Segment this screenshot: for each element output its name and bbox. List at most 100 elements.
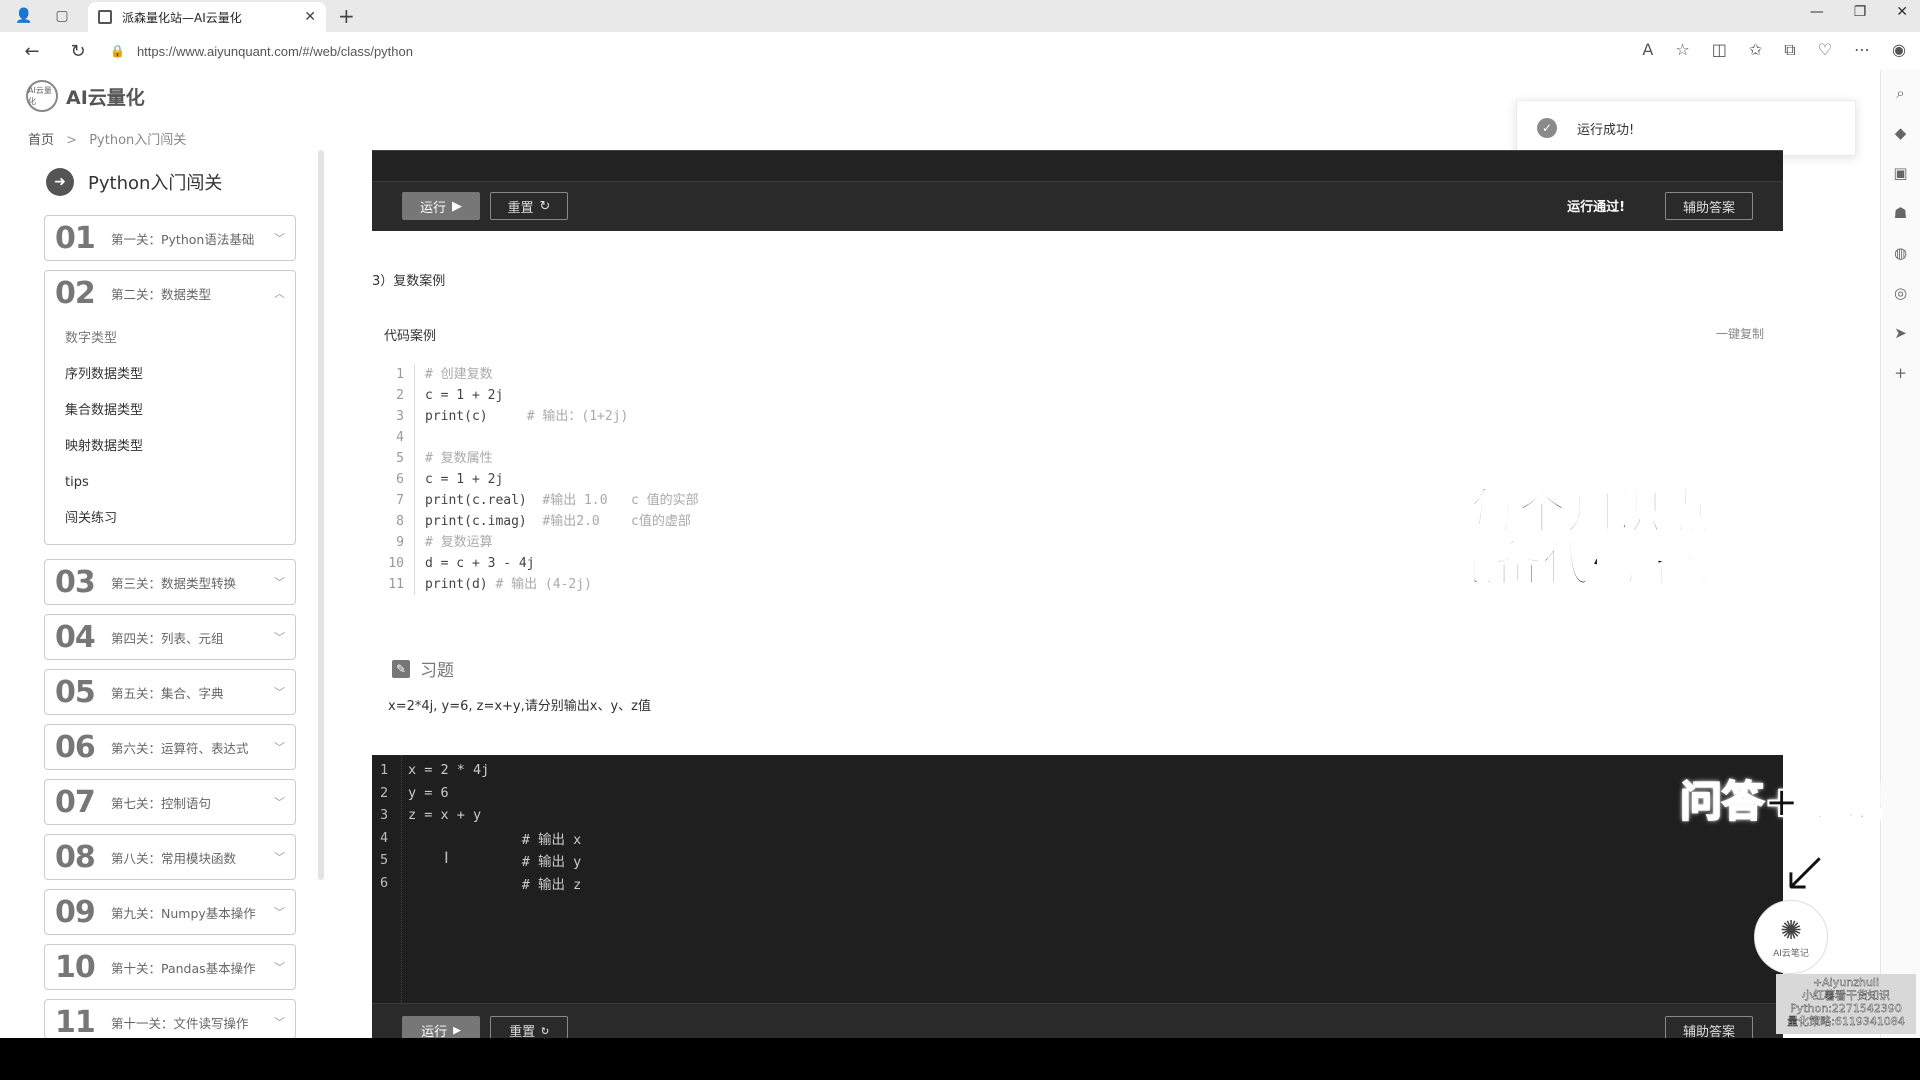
code-line: 6 c = 1 + 2j xyxy=(384,469,1084,490)
exercise-description: x=2*4j, y=6, z=x+y,请分别输出x、y、z值 xyxy=(388,699,651,714)
line-number: 9 xyxy=(396,535,404,550)
chevron-down-icon: ﹀ xyxy=(274,631,285,644)
browser-sidebar: ⌕ ◆ ▣ ☗ ◍ ◎ ➤ + xyxy=(1880,70,1920,1038)
screen: 👤 ▢ 派森量化站—AI云量化 ✕ + — ❐ ✕ ← ↻ 🔒 https://… xyxy=(0,0,1920,1038)
refresh-icon[interactable]: ↻ xyxy=(64,41,92,62)
lesson-08[interactable]: 08 第八关：常用模块函数 ﹀ xyxy=(44,834,296,880)
ai-notes-badge[interactable]: ✺ AI云笔记 xyxy=(1754,900,1828,974)
lesson-number: 09 xyxy=(55,894,96,930)
close-tab-icon[interactable]: ✕ xyxy=(304,9,316,25)
code-editor[interactable]: 运行 ▶ 重置 ↻ 辅助答案 1 x = 2 * 4j 2 y = 6 3 z = x + y… xyxy=(372,755,1783,1038)
toast-message: 运行成功! xyxy=(1577,122,1635,138)
browser-tab[interactable]: 派森量化站—AI云量化 ✕ xyxy=(88,2,326,32)
more-icon[interactable]: ⋯ xyxy=(1854,40,1870,60)
lesson-02[interactable]: 02 第二关：数据类型 ︿ 数字类型 序列数据类型 集合数据类型 映射数据类型 ti… xyxy=(44,270,296,545)
add-icon[interactable]: + xyxy=(1894,364,1907,382)
favicon-icon xyxy=(98,10,112,24)
editor-line[interactable]: 3 z = x + y xyxy=(380,804,481,826)
line-number: 4 xyxy=(396,430,404,445)
circle-icon[interactable]: ◍ xyxy=(1894,244,1907,262)
answer-button[interactable]: 辅助答案 xyxy=(1665,192,1753,220)
editor-line[interactable]: 1 x = 2 * 4j xyxy=(380,759,489,781)
lesson-title: 第四关：列表、元组 xyxy=(111,630,224,646)
reset-label: 重置 xyxy=(509,1024,536,1039)
code-comment: # 复数运算 xyxy=(425,535,493,550)
letterbox-bar xyxy=(0,1038,1920,1080)
subitem-set[interactable]: 集合数据类型 xyxy=(65,393,275,429)
lesson-07[interactable]: 07 第七关：控制语句 ﹀ xyxy=(44,779,296,825)
lesson-10[interactable]: 10 第十关：Pandas基本操作 ﹀ xyxy=(44,944,296,990)
lesson-06[interactable]: 06 第六关：运算符、表达式 ﹀ xyxy=(44,724,296,770)
refresh-icon: ↻ xyxy=(539,198,551,214)
subitem-practice[interactable]: 闯关练习 xyxy=(65,501,275,537)
lesson-01[interactable]: 01 第一关：Python语法基础 ﹀ xyxy=(44,215,296,261)
reset-button[interactable]: 重置 ↻ xyxy=(490,192,568,220)
editor-line[interactable]: 6 # 输出 z xyxy=(380,872,581,894)
favorite-star-icon[interactable]: ☆ xyxy=(1675,40,1689,60)
lesson-05[interactable]: 05 第五关：集合、字典 ﹀ xyxy=(44,669,296,715)
chevron-up-icon: ︿ xyxy=(274,287,285,300)
copilot-icon[interactable]: ◉ xyxy=(1892,40,1906,60)
ai-logo-icon: ✺ xyxy=(1780,915,1802,946)
briefcase-icon[interactable]: ▣ xyxy=(1893,164,1907,182)
code-line: 5 # 复数属性 xyxy=(384,448,1084,469)
success-toast: ✓ 运行成功! xyxy=(1516,100,1856,156)
exercise-answer-button[interactable]: 辅助答案 xyxy=(1665,1016,1753,1038)
sidebar-scrollbar[interactable] xyxy=(318,150,324,880)
lesson-04[interactable]: 04 第四关：列表、元组 ﹀ xyxy=(44,614,296,660)
exercise-run-button[interactable]: 运行 ▶ xyxy=(402,1016,480,1038)
breadcrumb-home[interactable]: 首页 xyxy=(28,133,54,148)
code-line: 2 c = 1 + 2j xyxy=(384,385,1084,406)
copy-button[interactable]: 一键复制 xyxy=(1716,325,1764,342)
code-line: 4 xyxy=(384,427,1084,448)
split-screen-icon[interactable]: ◫ xyxy=(1712,40,1727,60)
lock-icon[interactable]: 🔒 xyxy=(110,44,125,58)
lesson-11[interactable]: 11 第十一关：文件读写操作 ﹀ xyxy=(44,999,296,1038)
editor-code-text: z = x + y xyxy=(408,807,482,823)
code-text: # 复数属性 xyxy=(414,448,493,469)
profile-icon[interactable]: 👤 xyxy=(10,2,38,30)
code-text: c = 1 + 2j xyxy=(414,385,503,406)
extensions-icon[interactable]: ♡ xyxy=(1818,40,1832,60)
favorites-icon[interactable]: ✩ xyxy=(1749,40,1762,60)
people-icon[interactable]: ☗ xyxy=(1894,204,1907,222)
code-comment: # 创建复数 xyxy=(425,367,493,382)
outlook-icon[interactable]: ◎ xyxy=(1894,284,1907,302)
read-aloud-icon[interactable]: A xyxy=(1642,40,1653,60)
lesson-09[interactable]: 09 第九关：Numpy基本操作 ﹀ xyxy=(44,889,296,935)
code-text: c = 1 + 2j xyxy=(414,469,503,490)
code-segment: c = 1 + 2j xyxy=(425,472,504,487)
exercise-reset-button[interactable]: 重置 ↻ xyxy=(490,1016,568,1038)
sidebar-title: ➜ Python入门闯关 xyxy=(46,168,222,196)
answer-label: 辅助答案 xyxy=(1682,200,1735,216)
code-segment: print(c) xyxy=(425,409,527,424)
edit-icon: ✎ xyxy=(392,659,410,678)
search-icon[interactable]: ⌕ xyxy=(1896,84,1904,102)
close-window-icon[interactable]: ✕ xyxy=(1896,4,1908,20)
maximize-icon[interactable]: ❐ xyxy=(1854,4,1867,20)
subitem-numeric[interactable]: 数字类型 xyxy=(65,321,275,357)
new-tab-icon[interactable]: + xyxy=(338,4,355,28)
back-icon[interactable]: ← xyxy=(18,41,46,62)
tag-icon[interactable]: ◆ xyxy=(1895,124,1907,142)
site-logo[interactable]: AI云量化 AI云量化 xyxy=(26,80,145,112)
collections-icon[interactable]: ⧉ xyxy=(1784,40,1795,60)
subitem-mapping[interactable]: 映射数据类型 xyxy=(65,429,275,465)
editor-line[interactable]: 4 # 输出 x xyxy=(380,827,581,849)
run-button[interactable]: 运行 ▶ xyxy=(402,192,480,220)
code-text: # 创建复数 xyxy=(414,364,493,385)
subitem-sequence[interactable]: 序列数据类型 xyxy=(65,357,275,393)
subitem-tips[interactable]: tips xyxy=(65,465,275,501)
minimize-icon[interactable]: — xyxy=(1810,4,1824,20)
editor-line[interactable]: 5 # 输出 y xyxy=(380,849,581,871)
lesson-03[interactable]: 03 第三关：数据类型转换 ﹀ xyxy=(44,559,296,605)
lesson-title: 第七关：控制语句 xyxy=(111,795,212,811)
tab-actions-icon[interactable]: ▢ xyxy=(48,2,76,30)
url-field[interactable]: https://www.aiyunquant.com/#/web/class/p… xyxy=(137,44,413,59)
previous-editor-toolbar: 运行 ▶ 重置 ↻ 运行通过! 辅助答案 xyxy=(372,181,1783,231)
editor-line[interactable]: 2 y = 6 xyxy=(380,782,449,804)
code-line: 7 print(c.real) #输出 1.0 c 值的实部 xyxy=(384,490,1084,511)
lesson-number: 07 xyxy=(55,784,96,820)
line-number: 1 xyxy=(396,367,404,382)
send-icon[interactable]: ➤ xyxy=(1894,324,1907,342)
